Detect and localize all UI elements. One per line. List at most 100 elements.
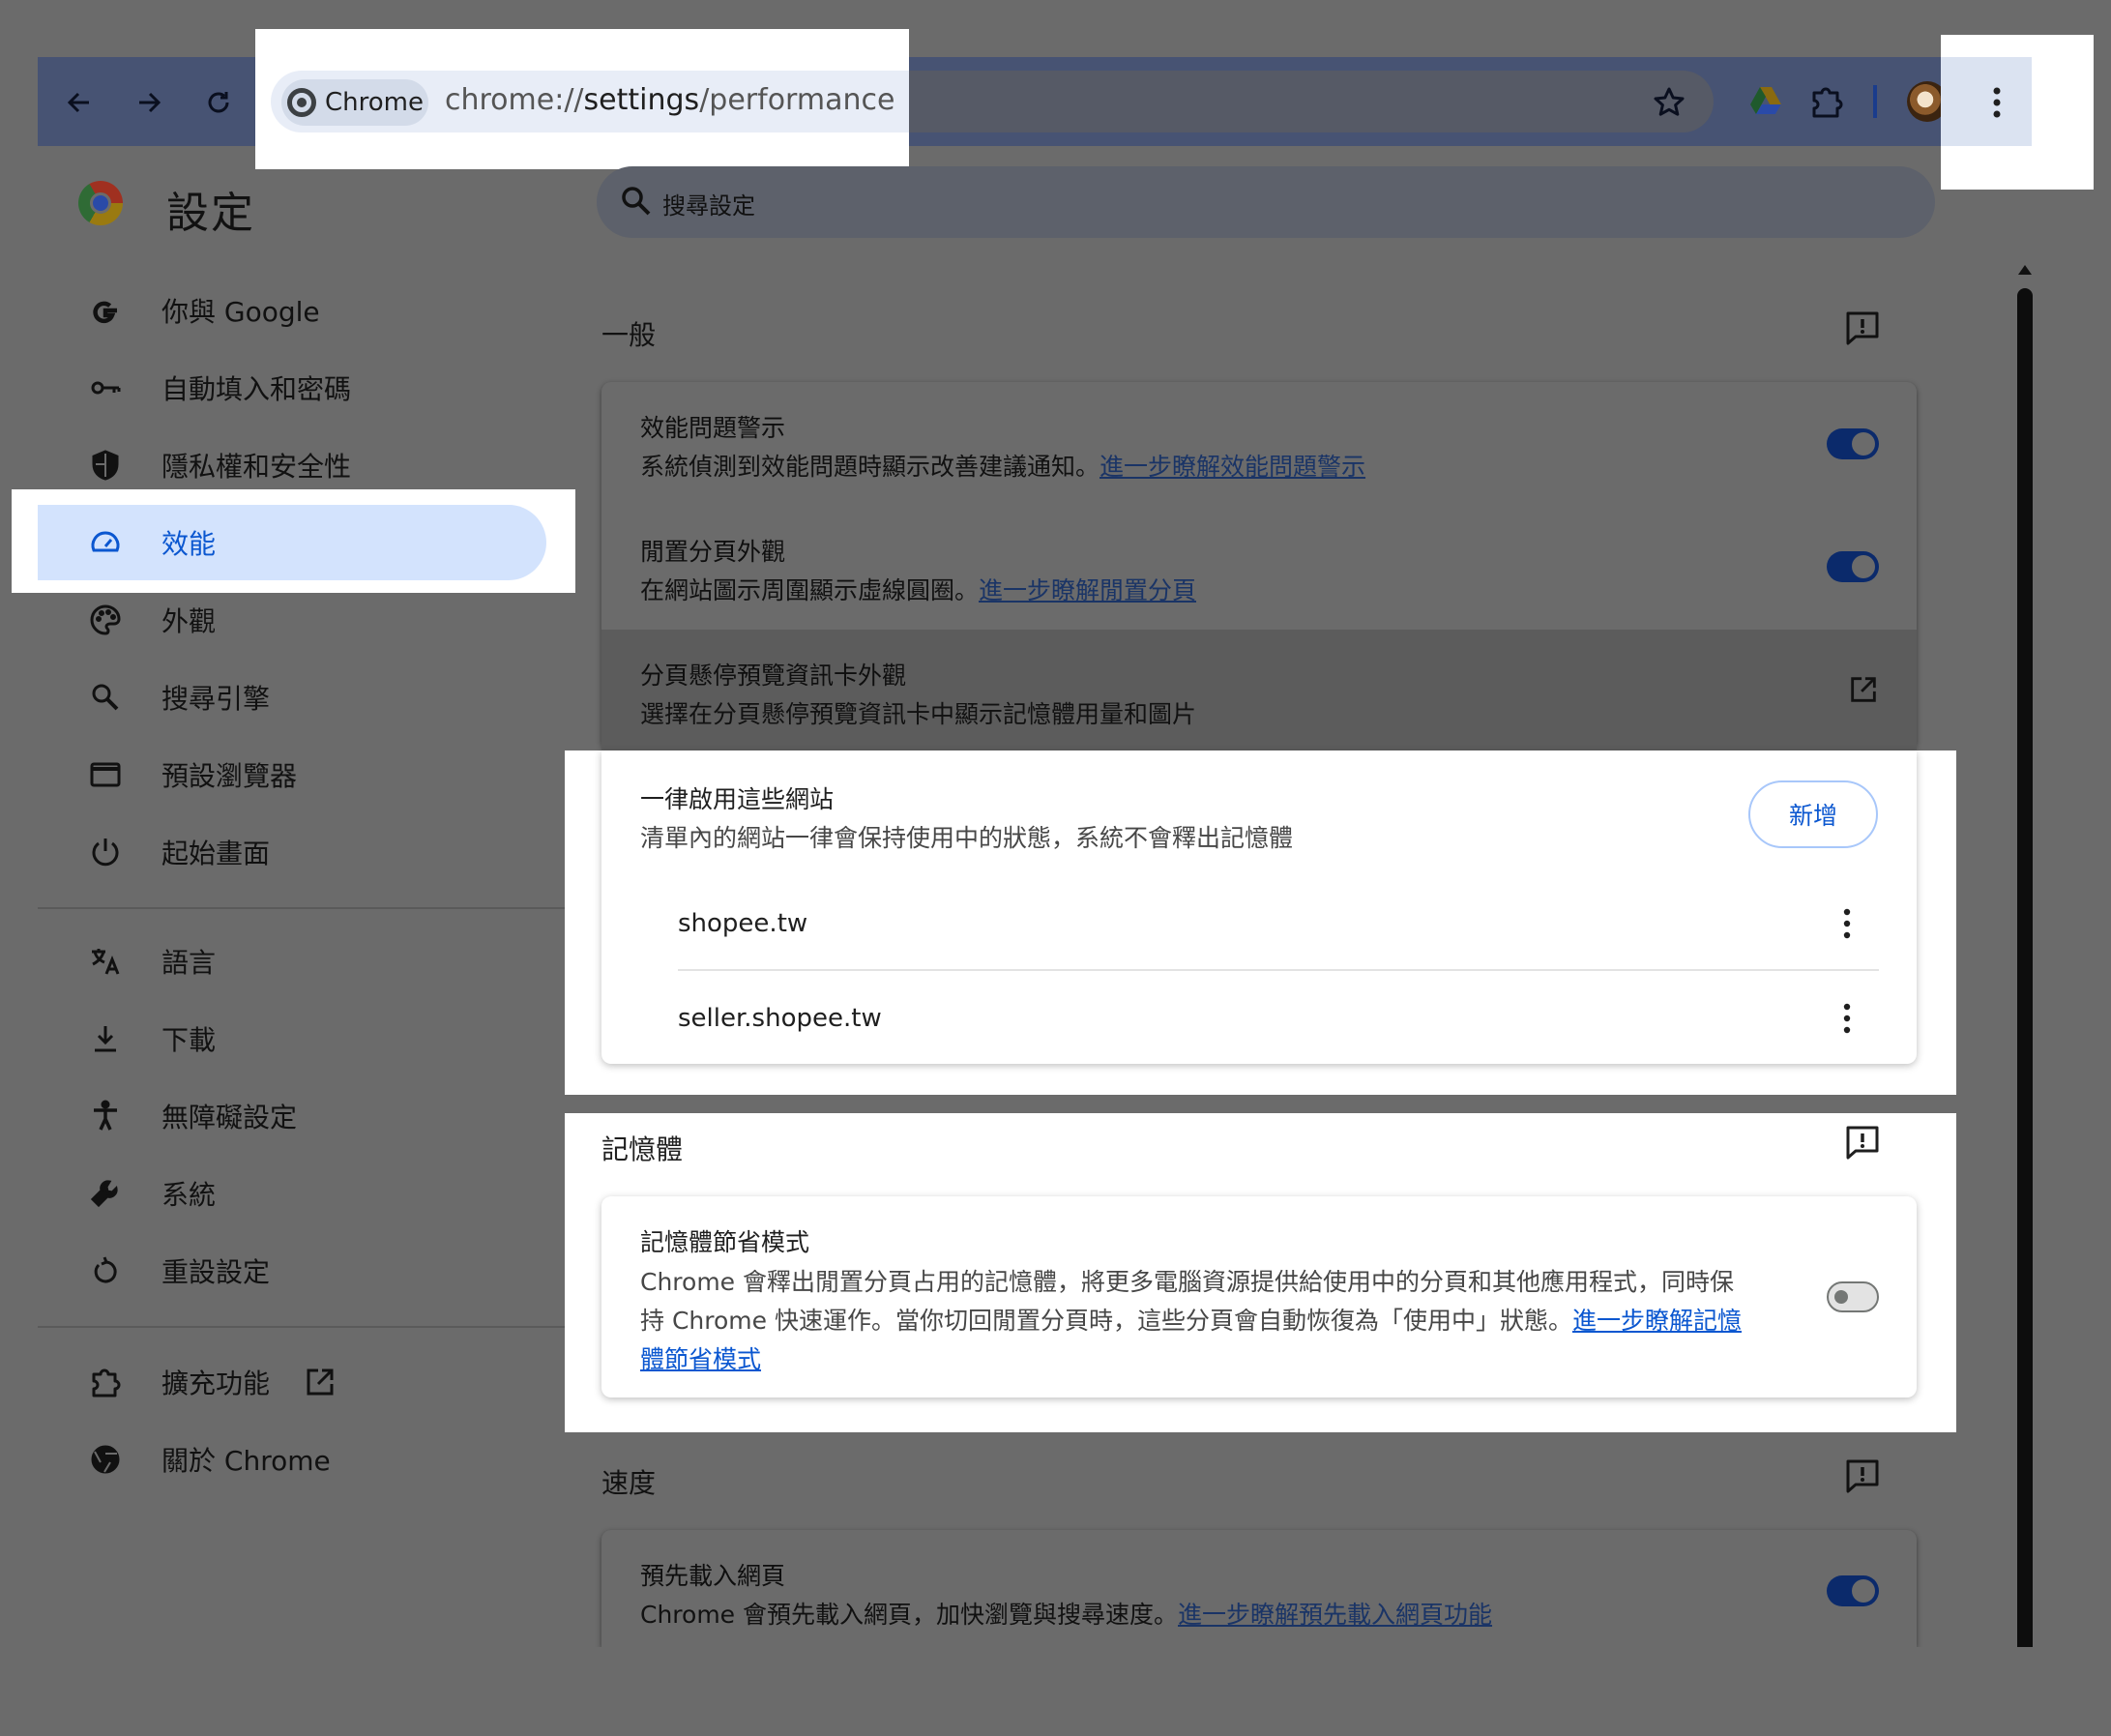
sidebar-item-reset[interactable]: 重設設定: [38, 1232, 546, 1309]
sidebar-item-label: 起始畫面: [161, 838, 271, 869]
feedback-icon[interactable]: [1843, 1123, 1882, 1162]
google-g-icon: [86, 291, 125, 330]
sidebar-item-label: 搜尋引擎: [161, 683, 271, 715]
reload-icon: [208, 92, 229, 113]
perf-alerts-learn-more-link[interactable]: 進一步瞭解效能問題警示: [1099, 453, 1365, 481]
sidebar-item-label: 擴充功能: [161, 1368, 271, 1399]
always-active-title: 一律啟用這些網站: [640, 785, 835, 813]
extensions-icon[interactable]: [1808, 83, 1843, 120]
chrome-icon: [86, 1440, 125, 1479]
sidebar-item-search-engine[interactable]: 搜尋引擎: [38, 659, 546, 736]
memory-saver-desc-line3: 體節省模式: [640, 1340, 761, 1375]
section-title-general: 一般: [601, 319, 657, 351]
sidebar-item-languages[interactable]: 語言: [38, 923, 546, 1000]
search-icon: [622, 187, 651, 216]
url-path: settings: [583, 83, 700, 117]
sidebar-item-autofill[interactable]: 自動填入和密碼: [38, 349, 546, 427]
accessibility-icon: [86, 1097, 125, 1135]
palette-icon: [86, 601, 125, 639]
memory-saver-title: 記憶體節省模式: [640, 1228, 810, 1256]
sidebar-item-performance[interactable]: 效能: [38, 504, 546, 581]
url-text[interactable]: chrome://settings/performance: [445, 83, 894, 117]
inactive-tabs-toggle[interactable]: [1827, 551, 1879, 582]
reload-button[interactable]: [198, 82, 239, 123]
sidebar-item-system[interactable]: 系統: [38, 1155, 546, 1232]
google-drive-icon[interactable]: [1748, 85, 1783, 118]
memory-saver-desc-line2: 持 Chrome 快速運作。當你切回閒置分頁時，這些分頁會自動恢復為「使用中」狀…: [640, 1302, 1742, 1337]
feedback-icon[interactable]: [1843, 309, 1882, 347]
sidebar-item-label: 效能: [161, 528, 217, 560]
add-site-button[interactable]: 新增: [1748, 780, 1878, 848]
preload-desc: Chrome 會預先載入網頁，加快瀏覽與搜尋速度。進一步瞭解預先載入網頁功能: [640, 1596, 1492, 1631]
url-suffix: /performance: [699, 83, 895, 117]
sidebar-divider: [38, 907, 565, 909]
chrome-logo: [78, 181, 123, 225]
sidebar-item-label: 外觀: [161, 605, 217, 637]
section-title-speed: 速度: [601, 1467, 657, 1499]
forward-button[interactable]: [129, 82, 169, 123]
sidebar-item-on-startup[interactable]: 起始畫面: [38, 813, 546, 891]
hover-card-title: 分頁懸停預覽資訊卡外觀: [640, 662, 907, 690]
open-in-new-icon: [301, 1363, 339, 1401]
speedometer-icon: [86, 523, 125, 562]
memory-saver-desc-text: 持 Chrome 快速運作。當你切回閒置分頁時，這些分頁會自動恢復為「使用中」狀…: [640, 1307, 1572, 1335]
arrow-left-icon: [67, 92, 89, 113]
feedback-icon[interactable]: [1843, 1456, 1882, 1495]
sidebar-item-label: 下載: [161, 1024, 217, 1056]
open-in-new-icon[interactable]: [1847, 673, 1880, 706]
site-item: seller.shopee.tw: [678, 1004, 882, 1033]
more-vert-icon[interactable]: [1835, 999, 1859, 1038]
inactive-tabs-title: 閒置分頁外觀: [640, 538, 786, 566]
shield-icon: [86, 446, 125, 485]
memory-saver-learn-more-link-cont[interactable]: 體節省模式: [640, 1345, 761, 1373]
sidebar-divider: [38, 1326, 565, 1328]
sidebar-item-extensions[interactable]: 擴充功能: [38, 1343, 546, 1421]
inactive-tabs-learn-more-link[interactable]: 進一步瞭解閒置分頁: [979, 576, 1196, 604]
preload-title: 預先載入網頁: [640, 1562, 786, 1590]
wrench-icon: [86, 1174, 125, 1213]
sidebar-item-downloads[interactable]: 下載: [38, 1000, 546, 1077]
sidebar-item-default-browser[interactable]: 預設瀏覽器: [38, 736, 546, 813]
sidebar-item-appearance[interactable]: 外觀: [38, 581, 546, 659]
more-vert-icon[interactable]: [1835, 904, 1859, 943]
browser-window-icon: [86, 755, 125, 794]
sidebar-item-label: 預設瀏覽器: [161, 760, 298, 792]
memory-saver-toggle[interactable]: [1827, 1281, 1879, 1312]
scrollbar[interactable]: [2017, 288, 2033, 1647]
sidebar-item-label: 系統: [161, 1179, 217, 1211]
inactive-tabs-desc: 在網站圖示周圍顯示虛線圓圈。進一步瞭解閒置分頁: [640, 572, 1196, 606]
site-info-chip[interactable]: Chrome: [281, 79, 428, 126]
memory-saver-learn-more-link[interactable]: 進一步瞭解記憶: [1572, 1307, 1742, 1335]
section-title-memory: 記憶體: [601, 1133, 684, 1165]
sidebar-item-label: 重設設定: [161, 1256, 271, 1288]
sidebar-item-accessibility[interactable]: 無障礙設定: [38, 1077, 546, 1155]
preload-learn-more-link[interactable]: 進一步瞭解預先載入網頁功能: [1178, 1601, 1492, 1629]
scroll-up-arrow[interactable]: [2018, 265, 2032, 275]
key-icon: [86, 368, 125, 407]
sidebar-item-privacy[interactable]: 隱私權和安全性: [38, 427, 546, 504]
reset-icon: [86, 1251, 125, 1290]
preload-desc-text: Chrome 會預先載入網頁，加快瀏覽與搜尋速度。: [640, 1601, 1179, 1629]
sidebar-item-label: 自動填入和密碼: [161, 373, 352, 405]
search-input[interactable]: [597, 166, 1935, 238]
perf-alerts-desc-text: 系統偵測到效能問題時顯示改善建議通知。: [640, 453, 1100, 481]
page-title: 設定: [166, 189, 255, 238]
chrome-icon: [287, 88, 316, 117]
perf-alerts-desc: 系統偵測到效能問題時顯示改善建議通知。進一步瞭解效能問題警示: [640, 448, 1365, 483]
site-item: shopee.tw: [678, 909, 808, 938]
toolbar-divider: [1873, 85, 1877, 118]
sidebar-item-label: 隱私權和安全性: [161, 451, 352, 483]
puzzle-icon: [86, 1363, 125, 1401]
url-prefix: chrome://: [445, 83, 584, 117]
more-vert-icon[interactable]: [1982, 83, 2011, 122]
download-icon: [86, 1019, 125, 1058]
bookmark-star-icon[interactable]: [1652, 85, 1686, 120]
preload-toggle[interactable]: [1827, 1575, 1879, 1606]
perf-alerts-toggle[interactable]: [1827, 428, 1879, 459]
power-icon: [86, 833, 125, 871]
site-info-chip-label: Chrome: [325, 88, 424, 117]
back-button[interactable]: [59, 82, 100, 123]
sidebar-item-you-and-google[interactable]: 你與 Google: [38, 272, 546, 349]
hover-card-desc: 選擇在分頁懸停預覽資訊卡中顯示記憶體用量和圖片: [640, 700, 1197, 728]
sidebar-item-about-chrome[interactable]: 關於 Chrome: [38, 1421, 546, 1498]
